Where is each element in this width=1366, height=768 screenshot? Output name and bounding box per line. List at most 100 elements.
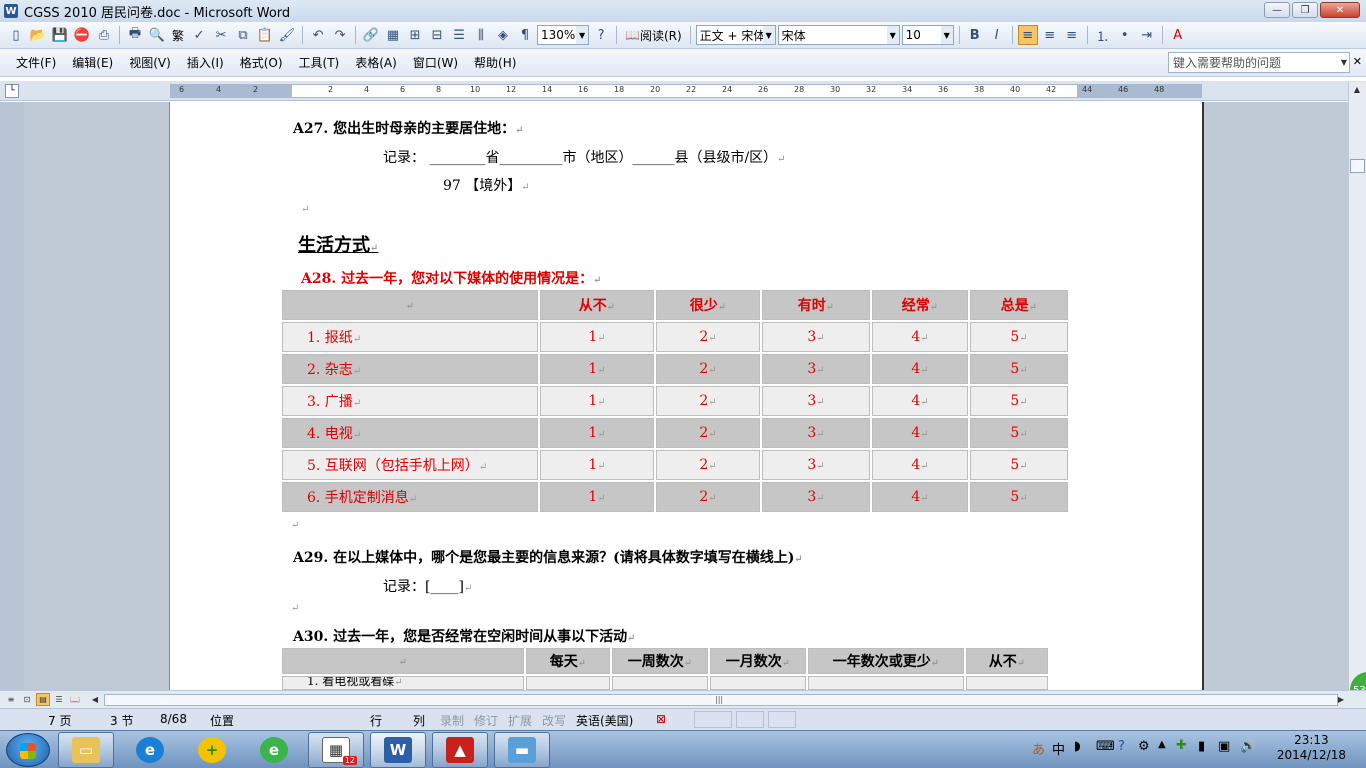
taskbar-image-viewer[interactable]: ▬ xyxy=(494,732,550,768)
menu-tools[interactable]: 工具(T) xyxy=(299,54,340,71)
row-label[interactable]: 3. 广播↵ xyxy=(282,386,538,416)
spelling-icon[interactable]: ✓ xyxy=(189,25,209,45)
row-label[interactable]: 1. 看电视或看碟↵ xyxy=(282,676,524,690)
format-painter-icon[interactable]: 🖌 xyxy=(277,25,297,45)
taskbar-360[interactable]: + xyxy=(184,732,240,768)
horizontal-ruler[interactable]: 6 4 2 2 4 6 8 10 12 14 16 18 20 22 24 26… xyxy=(170,84,1202,98)
show-hidden-icons[interactable]: ▲ xyxy=(1158,739,1166,750)
table-header-cell[interactable]: 每天↵ xyxy=(526,648,610,674)
outline-view-icon[interactable]: ☰ xyxy=(52,693,66,706)
print-icon[interactable]: 🖶 xyxy=(125,25,145,45)
menu-view[interactable]: 视图(V) xyxy=(129,54,171,71)
table-cell[interactable]: 5↵ xyxy=(970,322,1068,352)
table-cell[interactable]: 4↵ xyxy=(872,450,968,480)
help-icon[interactable]: ? xyxy=(591,25,611,45)
font-size-combo[interactable]: 10 ▼ xyxy=(901,25,954,45)
scroll-right-icon[interactable]: ▶ xyxy=(1334,693,1348,706)
settings-icon[interactable]: ⚙ xyxy=(1138,739,1150,754)
volume-icon[interactable]: 🔊 xyxy=(1240,739,1256,754)
usb-icon[interactable]: ▮ xyxy=(1198,739,1205,754)
table-cell[interactable] xyxy=(710,676,806,690)
taskbar-explorer[interactable]: ▭ xyxy=(58,732,114,768)
word-app-icon[interactable]: W xyxy=(4,4,18,18)
taskbar-calendar[interactable]: ▦ 12 xyxy=(308,732,364,768)
chevron-down-icon[interactable]: ▼ xyxy=(762,26,775,44)
document-page[interactable]: A27. 您出生时母亲的主要居住地：↵ 记录： ________省_______… xyxy=(169,102,1204,690)
ime-toolbar-icon[interactable]: あ xyxy=(1032,739,1045,758)
taskbar-browser[interactable]: e xyxy=(246,732,302,768)
menu-insert[interactable]: 插入(I) xyxy=(187,54,224,71)
scroll-up-icon[interactable]: ▲ xyxy=(1349,82,1365,96)
table-cell[interactable]: 5↵ xyxy=(970,450,1068,480)
open-folder-icon[interactable]: 📂 xyxy=(28,25,48,45)
document-area[interactable]: A27. 您出生时母亲的主要居住地：↵ 记录： ________省_______… xyxy=(0,102,1348,690)
align-left-icon[interactable]: ≡ xyxy=(1017,25,1038,45)
table-cell[interactable]: 3↵ xyxy=(762,450,870,480)
menu-help[interactable]: 帮助(H) xyxy=(474,54,516,71)
table-cell[interactable]: 2↵ xyxy=(656,322,760,352)
table-header-cell[interactable]: 很少↵ xyxy=(656,290,760,320)
print-preview-icon[interactable]: ⎙ xyxy=(94,25,114,45)
status-language[interactable]: 英语(美国) xyxy=(576,712,633,729)
table-cell[interactable]: 4↵ xyxy=(872,386,968,416)
chevron-down-icon[interactable]: ▼ xyxy=(940,26,953,44)
table-cell[interactable]: 2↵ xyxy=(656,418,760,448)
paste-icon[interactable]: 📋 xyxy=(255,25,275,45)
spelling-status-icon[interactable]: ⊠ xyxy=(656,712,666,726)
document-map-icon[interactable]: ◈ xyxy=(493,25,513,45)
network-icon[interactable]: ▣ xyxy=(1218,739,1230,754)
clock[interactable]: 23:13 2014/12/18 xyxy=(1277,733,1346,763)
table-cell[interactable]: 5↵ xyxy=(970,482,1068,512)
scroll-left-icon[interactable]: ◀ xyxy=(88,693,102,706)
row-label[interactable]: 2. 杂志↵ xyxy=(282,354,538,384)
table-cell[interactable]: 3↵ xyxy=(762,354,870,384)
hyperlink-icon[interactable]: 🔗 xyxy=(361,25,381,45)
copy-icon[interactable]: ⧉ xyxy=(233,25,253,45)
table-cell[interactable]: 4↵ xyxy=(872,354,968,384)
font-color-button[interactable]: A xyxy=(1168,25,1188,45)
undo-icon[interactable]: ↶ xyxy=(308,25,328,45)
save-icon[interactable]: 💾 xyxy=(50,25,70,45)
italic-button[interactable]: I xyxy=(987,25,1007,45)
align-right-icon[interactable]: ≡ xyxy=(1062,25,1082,45)
redo-icon[interactable]: ↷ xyxy=(330,25,350,45)
horizontal-scroll-track[interactable]: ||| xyxy=(104,694,1338,706)
table-cell[interactable]: 2↵ xyxy=(656,482,760,512)
menu-window[interactable]: 窗口(W) xyxy=(413,54,458,71)
cut-icon[interactable]: ✂ xyxy=(211,25,231,45)
vertical-scrollbar[interactable]: ▲ 53 xyxy=(1348,82,1366,708)
web-view-icon[interactable]: ⊡ xyxy=(20,693,34,706)
status-extend[interactable]: 扩展 xyxy=(508,712,532,729)
new-document-icon[interactable]: ▯ xyxy=(6,25,26,45)
table-cell[interactable]: 4↵ xyxy=(872,322,968,352)
row-label[interactable]: 1. 报纸↵ xyxy=(282,322,538,352)
tables-borders-icon[interactable]: ▦ xyxy=(383,25,403,45)
numbering-icon[interactable]: ⒈ xyxy=(1093,25,1113,45)
maximize-button[interactable]: ❐ xyxy=(1292,2,1318,18)
ime-mode-icon[interactable]: ◗ xyxy=(1074,739,1081,754)
close-document-button[interactable]: ✕ xyxy=(1353,55,1362,68)
chevron-down-icon[interactable]: ▼ xyxy=(1341,58,1347,67)
table-cell[interactable] xyxy=(612,676,708,690)
insert-excel-icon[interactable]: ⊟ xyxy=(427,25,447,45)
minimize-button[interactable]: — xyxy=(1264,2,1290,18)
status-overtype[interactable]: 改写 xyxy=(542,712,566,729)
show-hide-icon[interactable]: ¶ xyxy=(515,25,535,45)
table-cell[interactable]: 1↵ xyxy=(540,354,654,384)
table-header-cell[interactable]: 从不↵ xyxy=(540,290,654,320)
table-cell[interactable]: 2↵ xyxy=(656,450,760,480)
security-tray-icon[interactable]: ✚ xyxy=(1176,738,1187,753)
columns-icon[interactable]: ☰ xyxy=(449,25,469,45)
table-header-cell[interactable]: ↵ xyxy=(282,290,538,320)
table-header-cell[interactable]: 一月数次↵ xyxy=(710,648,806,674)
table-cell[interactable]: 1↵ xyxy=(540,418,654,448)
table-cell[interactable]: 3↵ xyxy=(762,418,870,448)
table-header-cell[interactable]: 从不↵ xyxy=(966,648,1048,674)
status-track-changes[interactable]: 修订 xyxy=(474,712,498,729)
status-record[interactable]: 录制 xyxy=(440,712,464,729)
table-header-cell[interactable]: ↵ xyxy=(282,648,524,674)
zoom-combo[interactable]: 130% ▼ xyxy=(537,25,590,45)
table-cell[interactable] xyxy=(966,676,1048,690)
menu-edit[interactable]: 编辑(E) xyxy=(72,54,113,71)
help-tray-icon[interactable]: ? xyxy=(1118,739,1125,754)
